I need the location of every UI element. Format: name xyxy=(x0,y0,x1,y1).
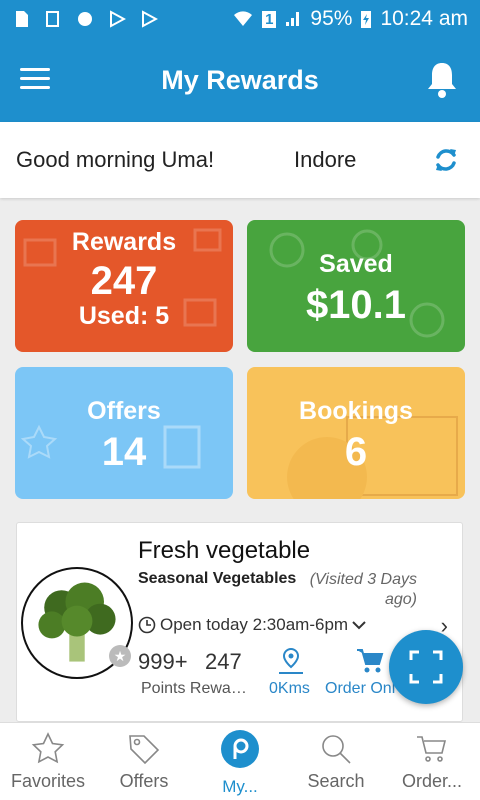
bottom-nav: Favorites Offers My... Search Order... xyxy=(0,722,480,800)
offers-value: 14 xyxy=(101,430,147,474)
sim-indicator: 1 xyxy=(262,10,277,28)
rewards-used: Used: 5 xyxy=(78,302,170,330)
download-icon xyxy=(46,11,59,27)
store-hours[interactable]: Open today 2:30am-6pm xyxy=(138,615,366,635)
app-bar: My Rewards xyxy=(0,38,480,122)
nav-offers-label: Offers xyxy=(119,771,169,791)
rewards-title: Rewards xyxy=(71,228,177,256)
bookings-tile[interactable]: Bookings 6 xyxy=(247,367,465,499)
nav-order-label: Order... xyxy=(401,771,463,791)
nav-favorites-label: Favorites xyxy=(10,771,86,791)
nav-search[interactable]: Search xyxy=(288,723,384,800)
tag-icon xyxy=(129,735,160,765)
store-visited: (Visited 3 Days ago) xyxy=(309,571,417,608)
bookings-value: 6 xyxy=(344,430,368,474)
battery-percent: 95% xyxy=(310,7,353,30)
search-icon xyxy=(322,735,351,764)
greeting-card: Good morning Uma! Indore xyxy=(0,122,480,198)
store-reward: 247 xyxy=(205,649,242,674)
offers-title: Offers xyxy=(87,397,161,425)
offers-tile[interactable]: Offers 14 xyxy=(15,367,233,499)
play-store-icon-2 xyxy=(142,10,158,28)
saved-tile[interactable]: Saved $10.1 xyxy=(247,220,465,352)
clock-icon xyxy=(138,616,156,634)
weather-icon xyxy=(78,12,92,26)
store-name: Fresh vegetable xyxy=(138,537,311,564)
clock: 10:24 am xyxy=(380,7,468,30)
store-hours-text: Open today 2:30am-6pm xyxy=(160,615,349,634)
rewards-value: 247 xyxy=(90,259,158,303)
city-label[interactable]: Indore xyxy=(294,147,356,173)
points-rewards-label: Points Rewa… xyxy=(141,680,247,697)
cart-icon[interactable] xyxy=(355,647,385,675)
saved-value: $10.1 xyxy=(305,283,407,327)
refresh-icon[interactable] xyxy=(432,146,460,174)
nav-my[interactable]: My... xyxy=(192,723,288,800)
scan-icon xyxy=(409,650,443,684)
bookings-title: Bookings xyxy=(299,397,413,425)
nav-order[interactable]: Order... xyxy=(384,723,480,800)
location-pin-icon[interactable] xyxy=(273,647,309,675)
chevron-down-icon xyxy=(352,621,366,630)
star-icon xyxy=(31,732,65,764)
store-points: 999+ xyxy=(138,649,188,674)
play-store-icon xyxy=(110,10,126,28)
nav-my-label: My... xyxy=(222,777,258,796)
cart-outline-icon xyxy=(417,736,447,762)
nav-favorites[interactable]: Favorites xyxy=(0,723,96,800)
greeting-text: Good morning Uma! xyxy=(16,147,215,172)
battery-charging-icon xyxy=(361,11,372,28)
saved-title: Saved xyxy=(319,250,393,278)
brand-p-icon xyxy=(221,730,259,768)
status-bar: 1 95% 10:24 am xyxy=(0,0,480,38)
nav-search-label: Search xyxy=(307,771,365,791)
signal-icon xyxy=(286,12,300,26)
nav-offers[interactable]: Offers xyxy=(96,723,192,800)
notification-icons xyxy=(12,10,158,28)
page-title: My Rewards xyxy=(161,64,319,95)
scan-fab-button[interactable] xyxy=(389,630,463,704)
sd-card-icon xyxy=(16,11,28,27)
wifi-icon xyxy=(234,11,253,26)
store-distance[interactable]: 0Kms xyxy=(269,680,310,698)
bell-icon[interactable] xyxy=(424,60,460,100)
star-badge-icon: ★ xyxy=(109,645,131,667)
rewards-tile[interactable]: Rewards 247 Used: 5 xyxy=(15,220,233,352)
store-category: Seasonal Vegetables xyxy=(138,570,297,587)
